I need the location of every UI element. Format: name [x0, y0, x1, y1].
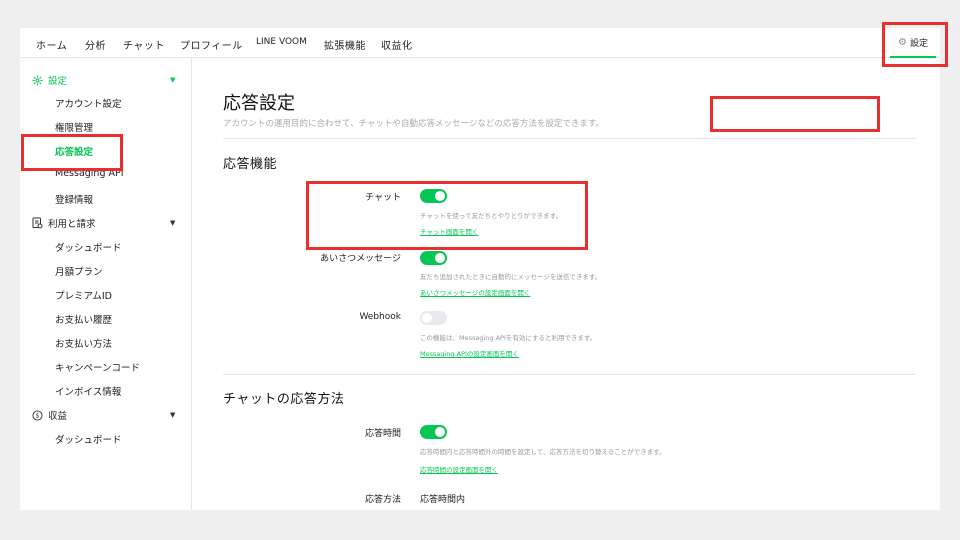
nav-line-voom[interactable]: LINE VOOM — [256, 37, 307, 47]
response-method-label: 応答方法 — [364, 495, 401, 505]
nav-monetization[interactable]: 収益化 — [381, 37, 413, 52]
page-description: アカウントの運用目的に合わせて、チャットや自動応答メッセージなどの応答方法を設定… — [223, 119, 604, 129]
sidebar-item-payment-method[interactable]: お支払い方法 — [55, 336, 112, 350]
sidebar-section-settings[interactable]: 設定 — [31, 73, 67, 87]
highlight-box-chat-row — [306, 181, 588, 250]
sidebar-item-billing-dashboard[interactable]: ダッシュボード — [55, 240, 122, 254]
webhook-description: この機能は、Messaging APIを有効にすると利用できます。 — [420, 334, 597, 342]
section-title-features: 応答機能 — [223, 157, 278, 172]
billing-icon — [31, 217, 43, 229]
sidebar-item-payment-history[interactable]: お支払い履歴 — [55, 312, 112, 326]
sidebar-item-premium-id[interactable]: プレミアムID — [55, 288, 112, 302]
sidebar-item-revenue-dashboard[interactable]: ダッシュボード — [55, 432, 122, 446]
sidebar-item-monthly-plan[interactable]: 月額プラン — [55, 264, 103, 278]
sidebar-section-revenue[interactable]: $ 収益 — [31, 408, 67, 422]
highlight-box-empty — [710, 96, 880, 132]
dollar-circle-icon: $ — [31, 409, 43, 421]
nav-extensions[interactable]: 拡張機能 — [324, 37, 366, 52]
nav-analytics[interactable]: 分析 — [85, 37, 106, 52]
divider — [223, 138, 916, 139]
sidebar-section-billing[interactable]: 利用と請求 — [31, 216, 96, 230]
section-title-chat-response-method: チャットの応答方法 — [223, 392, 345, 407]
sidebar-item-registration-info[interactable]: 登録情報 — [55, 192, 93, 206]
sidebar-section-label: 設定 — [48, 76, 68, 87]
sidebar-item-invoice-info[interactable]: インボイス情報 — [55, 384, 121, 398]
messaging-api-settings-link[interactable]: Messaging APIの設定画面を開く — [420, 348, 519, 358]
divider — [223, 374, 916, 375]
highlight-box-response-settings — [21, 134, 123, 171]
sidebar-section-label: 収益 — [48, 411, 68, 422]
nav-home[interactable]: ホーム — [36, 37, 67, 52]
svg-text:$: $ — [35, 412, 39, 419]
response-time-description: 応答時間内と応答時間外の時間を設定して、応答方法を切り替えることができます。 — [420, 448, 666, 456]
response-method-value[interactable]: 応答時間内 — [420, 492, 465, 505]
chevron-down-icon[interactable]: ▼ — [170, 219, 175, 227]
response-time-label: 応答時間 — [364, 429, 401, 439]
sidebar-item-account-settings[interactable]: アカウント設定 — [55, 96, 122, 110]
nav-profile[interactable]: プロフィール — [180, 37, 243, 52]
greeting-message-description: 友だち追加されたときに自動的にメッセージを送信できます。 — [420, 273, 602, 281]
webhook-toggle[interactable] — [420, 311, 447, 325]
greeting-message-settings-link[interactable]: あいさつメッセージの設定画面を開く — [420, 287, 530, 297]
nav-chat[interactable]: チャット — [123, 37, 165, 52]
gear-icon — [31, 74, 43, 86]
top-navigation: ホーム 分析 チャット プロフィール LINE VOOM 拡張機能 収益化 ⚙ … — [20, 28, 940, 58]
chevron-down-icon[interactable]: ▼ — [170, 76, 175, 84]
response-time-settings-link[interactable]: 応答時間の設定画面を開く — [420, 464, 498, 474]
webhook-label: Webhook — [359, 312, 401, 322]
sidebar-item-permissions[interactable]: 権限管理 — [55, 120, 93, 134]
sidebar-item-campaign-code[interactable]: キャンペーンコード — [55, 360, 140, 374]
sidebar: 設定 ▼ アカウント設定 権限管理 応答設定 Messaging API 登録情… — [20, 58, 192, 510]
response-time-toggle[interactable] — [420, 425, 447, 439]
greeting-message-label: あいさつメッセージ — [320, 254, 401, 264]
highlight-box-settings-tab — [882, 22, 948, 67]
sidebar-section-label: 利用と請求 — [48, 219, 96, 230]
chevron-down-icon[interactable]: ▼ — [170, 411, 175, 419]
page-title: 応答設定 — [223, 93, 295, 114]
greeting-message-toggle[interactable] — [420, 251, 447, 265]
